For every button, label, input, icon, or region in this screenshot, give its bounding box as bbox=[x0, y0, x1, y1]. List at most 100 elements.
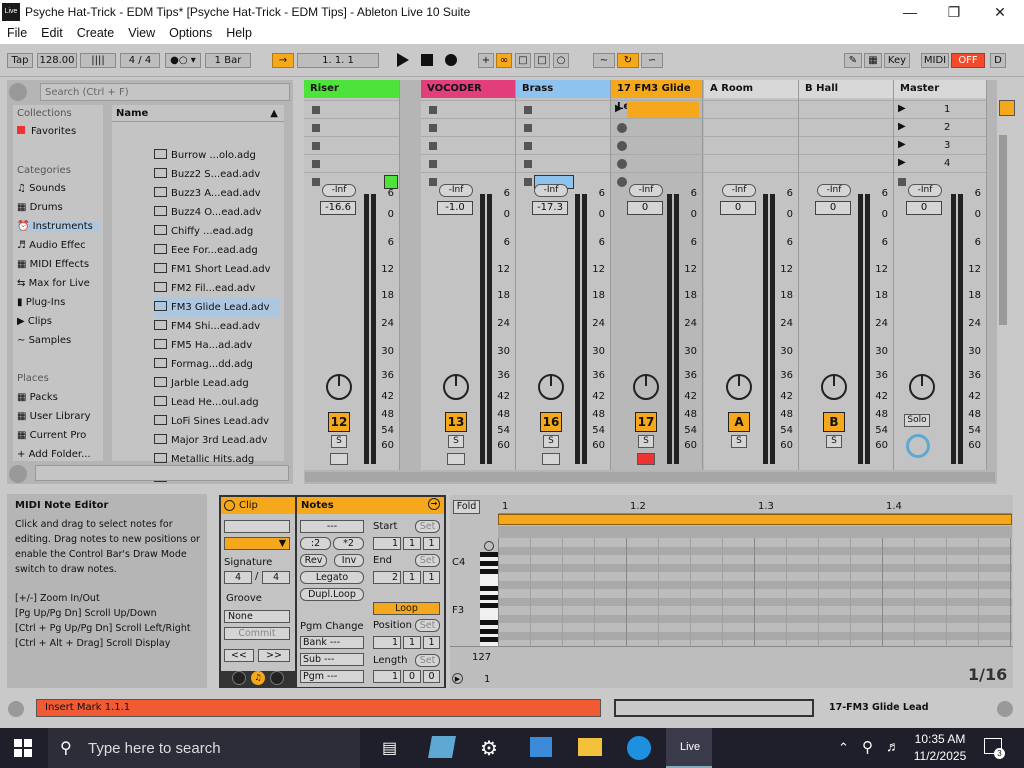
clip-slot[interactable]: ▶ 3 bbox=[894, 136, 986, 154]
tap-button[interactable]: Tap bbox=[7, 53, 33, 68]
black-key[interactable] bbox=[480, 569, 498, 574]
sig-numerator[interactable]: 4 bbox=[224, 571, 252, 584]
solo-button[interactable]: S bbox=[826, 435, 842, 448]
menu-help[interactable]: Help bbox=[219, 24, 259, 40]
sidebar-item-instruments[interactable]: ⏰ Instruments bbox=[17, 221, 99, 232]
sidebar-item-audio-effects[interactable]: ♬ Audio Effec bbox=[17, 240, 86, 251]
session-toggle-icon[interactable] bbox=[999, 100, 1015, 116]
volume-field[interactable]: 0 bbox=[815, 201, 851, 215]
name-column-header[interactable]: Name ▲ bbox=[112, 105, 284, 122]
menu-create[interactable]: Create bbox=[70, 24, 122, 40]
notes-tab[interactable]: Notes → bbox=[297, 497, 444, 514]
clip-slot[interactable] bbox=[611, 136, 702, 154]
reverse-button[interactable]: Rev bbox=[300, 554, 327, 567]
black-key[interactable] bbox=[480, 620, 498, 625]
clip-slot[interactable] bbox=[421, 100, 515, 118]
sidebar-item-add-folder[interactable]: + Add Folder... bbox=[17, 449, 91, 460]
clip-slot[interactable] bbox=[421, 136, 515, 154]
sidebar-item-favorites[interactable]: Favorites bbox=[17, 126, 76, 137]
clip-slot[interactable] bbox=[304, 118, 399, 136]
track-activator[interactable]: 16 bbox=[540, 412, 562, 432]
invert-button[interactable]: Inv bbox=[334, 554, 364, 567]
sidebar-item-samples[interactable]: ∼ Samples bbox=[17, 335, 71, 346]
browser-file-item[interactable]: FM1 Short Lead.adv bbox=[154, 260, 279, 279]
windows-start-icon[interactable] bbox=[14, 739, 32, 757]
sig-denominator[interactable]: 4 bbox=[262, 571, 290, 584]
search-input[interactable]: Search (Ctrl + F) bbox=[40, 83, 290, 101]
clip-slot[interactable] bbox=[611, 154, 702, 172]
browser-file-item[interactable]: FM2 Fil...ead.adv bbox=[154, 279, 279, 298]
double-tempo-button[interactable]: *2 bbox=[333, 537, 364, 550]
groove-select[interactable]: None bbox=[224, 610, 290, 623]
loop-brace[interactable] bbox=[498, 514, 1012, 525]
pan-knob[interactable] bbox=[443, 374, 469, 400]
preview-bar[interactable] bbox=[35, 465, 289, 481]
minimize-button[interactable]: — bbox=[890, 2, 930, 22]
draw-mode-icon[interactable]: ✎ bbox=[844, 53, 862, 68]
pan-knob[interactable] bbox=[538, 374, 564, 400]
volume-field[interactable]: -1.0 bbox=[437, 201, 473, 215]
notes-box-icon[interactable]: ♫ bbox=[251, 671, 265, 685]
start-sixteenth[interactable]: 1 bbox=[423, 537, 440, 550]
browser-toggle-icon[interactable] bbox=[9, 83, 27, 101]
clip-slot[interactable] bbox=[799, 100, 893, 118]
volume-icon[interactable]: ♬ bbox=[886, 738, 900, 754]
end-beat[interactable]: 1 bbox=[403, 571, 421, 584]
clip-slot[interactable] bbox=[516, 154, 610, 172]
track-activator[interactable]: A bbox=[728, 412, 750, 432]
stop-icon[interactable] bbox=[420, 52, 434, 68]
sidebar-item-plug-ins[interactable]: ▮ Plug-Ins bbox=[17, 297, 65, 308]
clip-slot[interactable] bbox=[421, 118, 515, 136]
midi-map-button[interactable]: MIDI bbox=[921, 53, 949, 68]
black-key[interactable] bbox=[480, 552, 498, 557]
sidebar-item-clips[interactable]: ▶ Clips bbox=[17, 316, 52, 327]
app-icon-notepad[interactable] bbox=[428, 736, 456, 758]
length-sixteenths[interactable]: 0 bbox=[423, 670, 440, 683]
black-key[interactable] bbox=[480, 586, 498, 591]
clip-slot[interactable] bbox=[704, 154, 798, 172]
punch-out-icon[interactable]: ∽ bbox=[641, 53, 663, 68]
solo-button[interactable]: S bbox=[543, 435, 559, 448]
arm-button[interactable] bbox=[330, 453, 348, 465]
reenable-icon[interactable]: □ bbox=[515, 53, 531, 68]
start-beat[interactable]: 1 bbox=[403, 537, 421, 550]
volume-field[interactable]: 0 bbox=[906, 201, 942, 215]
pan-knob[interactable] bbox=[326, 374, 352, 400]
close-button[interactable]: ✕ bbox=[980, 2, 1020, 22]
tray-chevron-icon[interactable]: ⌃ bbox=[838, 740, 849, 756]
legato-button[interactable]: Legato bbox=[300, 571, 364, 584]
end-sixteenth[interactable]: 1 bbox=[423, 571, 440, 584]
black-key[interactable] bbox=[480, 628, 498, 634]
solo-button[interactable]: S bbox=[638, 435, 654, 448]
play-icon[interactable] bbox=[396, 52, 410, 68]
browser-file-item[interactable]: Burrow ...olo.adg bbox=[154, 146, 279, 165]
browser-file-item[interactable]: Buzz2 S...ead.adv bbox=[154, 165, 279, 184]
track-header[interactable]: Master bbox=[894, 80, 986, 98]
track-header[interactable]: B Hall bbox=[799, 80, 893, 98]
prev-clip-button[interactable]: << bbox=[224, 649, 254, 662]
menu-file[interactable]: File bbox=[0, 24, 34, 40]
computer-keyboard-icon[interactable]: ▦ bbox=[864, 53, 882, 68]
clip-slot[interactable]: ▶ 2 bbox=[894, 118, 986, 136]
position-beat[interactable]: 1 bbox=[403, 636, 421, 649]
track-header[interactable]: Brass bbox=[516, 80, 610, 98]
clip-slot[interactable] bbox=[799, 154, 893, 172]
clip-color-select[interactable]: ▼ bbox=[224, 537, 290, 550]
sidebar-item-user-library[interactable]: ▦ User Library bbox=[17, 411, 91, 422]
arm-button[interactable] bbox=[447, 453, 465, 465]
start-set-button[interactable]: Set bbox=[415, 520, 440, 533]
browser-file-item[interactable]: LoFi Sines Lead.adv bbox=[154, 412, 279, 431]
clip-slot[interactable] bbox=[516, 118, 610, 136]
clip-name-field[interactable] bbox=[224, 520, 290, 533]
black-key[interactable] bbox=[480, 560, 498, 566]
cpu-off-indicator[interactable]: OFF bbox=[951, 53, 985, 68]
position-bar[interactable]: 1 bbox=[373, 636, 401, 649]
info-toggle-icon[interactable] bbox=[8, 701, 24, 717]
app-icon-calculator[interactable] bbox=[530, 737, 552, 757]
fold-button[interactable]: Fold bbox=[453, 500, 480, 514]
menu-edit[interactable]: Edit bbox=[34, 24, 70, 40]
menu-view[interactable]: View bbox=[121, 24, 162, 40]
quantize-select[interactable]: 1 Bar bbox=[205, 53, 251, 68]
metronome-icon[interactable]: |||| bbox=[80, 53, 116, 68]
next-clip-button[interactable]: >> bbox=[258, 649, 290, 662]
